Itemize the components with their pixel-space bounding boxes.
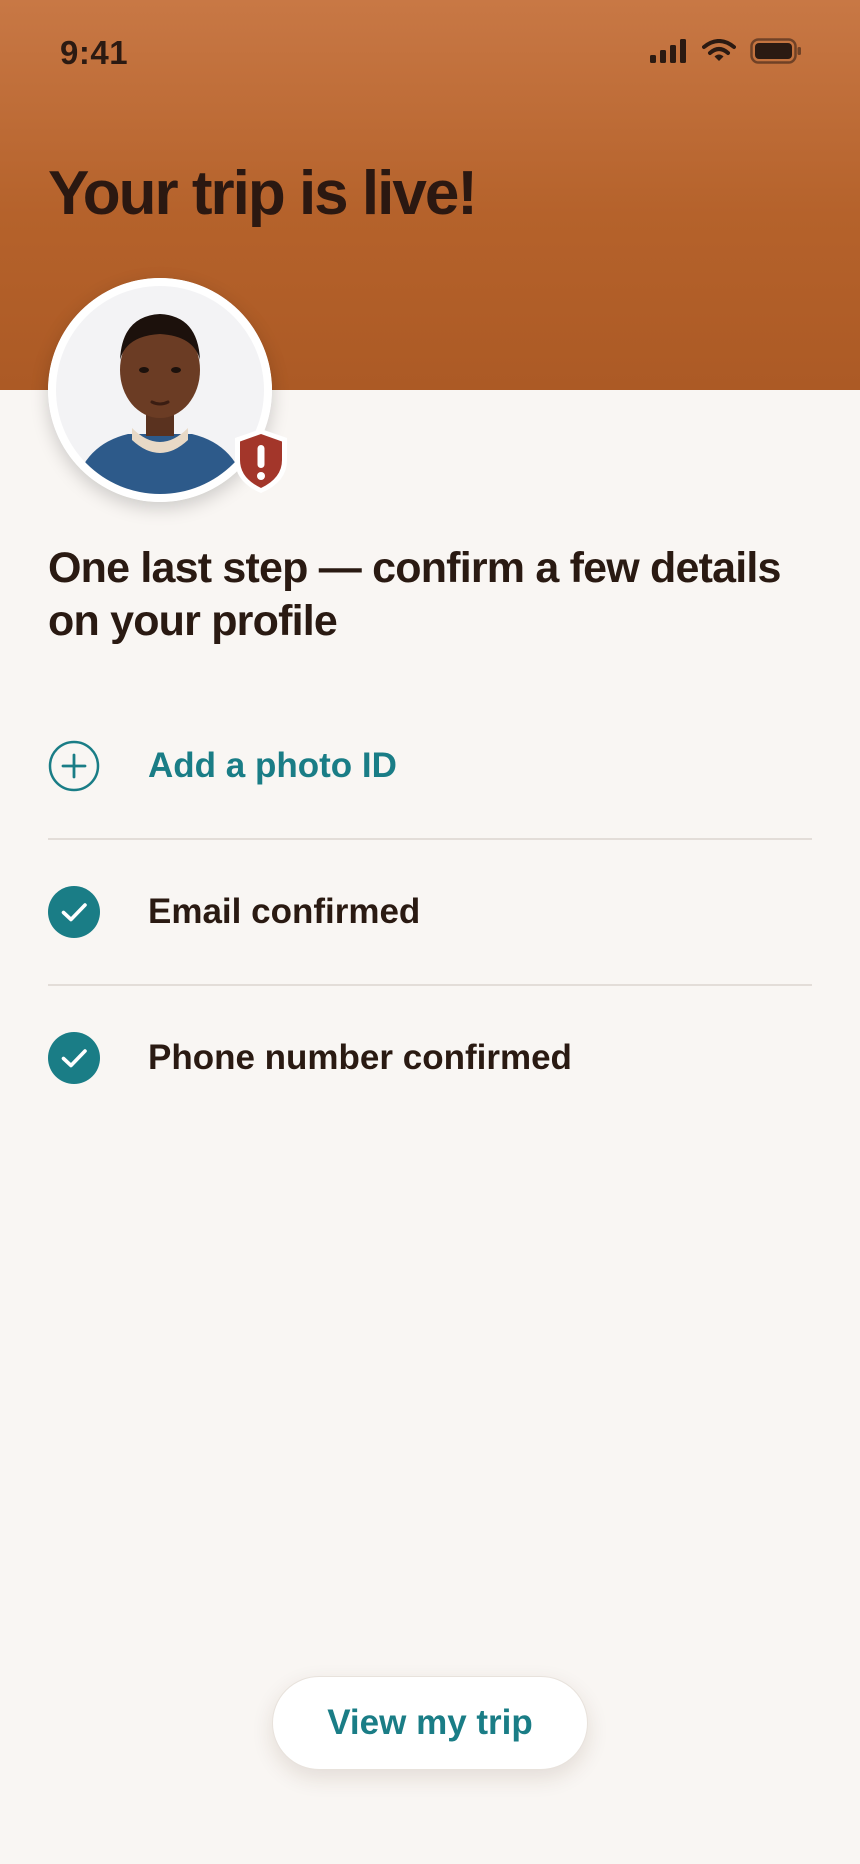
add-photo-id-link[interactable]: Add a photo ID [148, 746, 397, 786]
signal-icon [650, 39, 688, 63]
phone-confirmed-item: Phone number confirmed [48, 984, 812, 1130]
wifi-icon [702, 39, 736, 63]
battery-icon [750, 38, 802, 64]
view-my-trip-button[interactable]: View my trip [272, 1676, 588, 1770]
status-icons [650, 38, 802, 64]
shield-alert-icon [230, 426, 292, 496]
plus-circle-icon [48, 740, 100, 792]
page-title: Your trip is live! [48, 159, 478, 228]
status-time: 9:41 [60, 34, 129, 71]
status-bar: 9:41 [0, 0, 860, 110]
add-photo-id-item[interactable]: Add a photo ID [48, 694, 812, 838]
profile-prompt: One last step — confirm a few details on… [48, 544, 781, 645]
check-circle-icon [48, 886, 100, 938]
profile-checklist: Add a photo ID Email confirmed Phone num… [48, 694, 812, 1130]
email-confirmed-label: Email confirmed [148, 892, 421, 931]
email-confirmed-item: Email confirmed [48, 838, 812, 984]
check-circle-icon [48, 1032, 100, 1084]
profile-avatar[interactable] [48, 278, 287, 502]
phone-confirmed-label: Phone number confirmed [148, 1038, 572, 1077]
